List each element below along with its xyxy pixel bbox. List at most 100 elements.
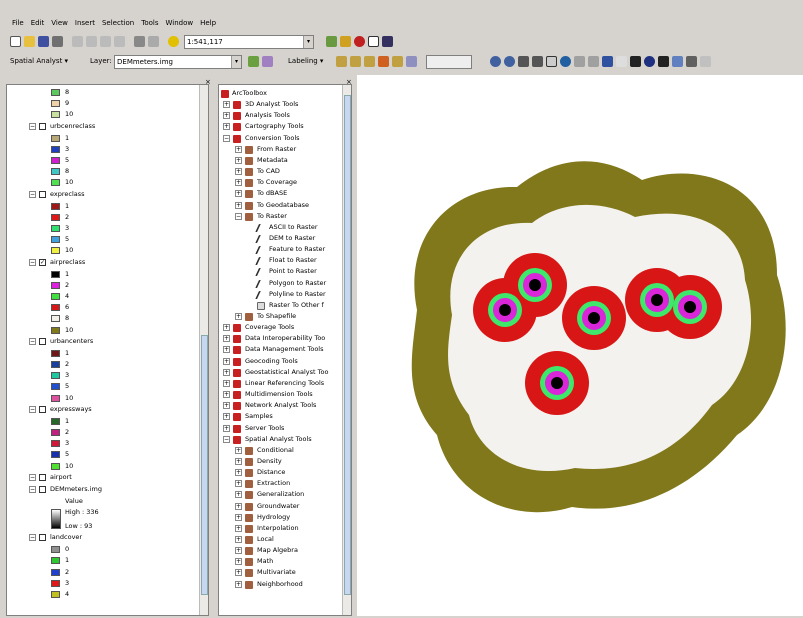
expand-icon[interactable]: + — [223, 112, 230, 120]
toc-layer[interactable]: − urbancenters — [7, 336, 197, 347]
toc-layer[interactable]: − expreclass — [7, 189, 197, 200]
select-features-icon[interactable] — [602, 56, 613, 67]
expand-icon[interactable]: + — [235, 145, 242, 153]
label-tool-3-icon[interactable] — [364, 56, 375, 67]
arctoolbox-icon[interactable] — [354, 36, 365, 47]
expand-icon[interactable]: + — [235, 190, 242, 198]
collapse-icon[interactable]: − — [29, 534, 36, 542]
layer-visibility-checkbox[interactable] — [39, 534, 46, 542]
expand-icon[interactable]: + — [235, 536, 242, 543]
toolbox-scrollbar[interactable] — [342, 85, 351, 615]
expand-icon[interactable]: + — [223, 379, 230, 387]
toc-layer[interactable]: − landcover — [7, 532, 197, 543]
editor-toolbar-icon[interactable] — [326, 36, 337, 47]
expand-icon[interactable]: + — [223, 101, 230, 109]
undo-icon[interactable] — [134, 36, 145, 47]
paste-icon[interactable] — [100, 36, 111, 47]
expand-icon[interactable]: + — [235, 558, 242, 566]
collapse-icon[interactable]: − — [29, 122, 36, 130]
expand-icon[interactable]: + — [235, 480, 242, 488]
copy-icon[interactable] — [86, 36, 97, 47]
expand-icon[interactable]: + — [235, 168, 242, 176]
collapse-icon[interactable]: − — [29, 405, 36, 413]
close-icon[interactable]: × — [346, 78, 354, 86]
expand-icon[interactable]: + — [223, 346, 230, 354]
collapse-icon[interactable]: − — [29, 337, 36, 345]
expand-icon[interactable]: + — [223, 335, 230, 343]
collapse-icon[interactable]: − — [235, 212, 242, 220]
add-data-icon[interactable] — [168, 36, 179, 47]
zoom-in-icon[interactable] — [490, 56, 501, 67]
expand-icon[interactable]: + — [235, 547, 242, 555]
hyperlink-icon[interactable] — [686, 56, 697, 67]
label-tool-4-icon[interactable] — [378, 56, 389, 67]
menu-window[interactable]: Window — [166, 19, 194, 27]
spatial-analyst-menu[interactable]: Spatial Analyst ▾ — [10, 57, 68, 65]
collapse-icon[interactable]: − — [29, 485, 36, 493]
toc-scrollbar[interactable] — [199, 85, 208, 615]
label-tool-5-icon[interactable] — [392, 56, 403, 67]
collapse-icon[interactable]: − — [223, 435, 230, 443]
pan-icon[interactable] — [546, 56, 557, 67]
fixed-zoom-in-icon[interactable] — [518, 56, 529, 67]
find-icon[interactable] — [658, 56, 669, 67]
collapse-icon[interactable]: − — [223, 134, 230, 142]
expand-icon[interactable]: + — [235, 201, 242, 209]
layer-visibility-checkbox[interactable] — [39, 485, 46, 493]
expand-icon[interactable]: + — [235, 446, 242, 454]
expand-icon[interactable]: + — [235, 457, 242, 465]
expand-icon[interactable]: + — [235, 502, 242, 510]
collapse-icon[interactable]: − — [29, 473, 36, 481]
map-scale-combo[interactable]: 1:541,117 ▾ — [184, 35, 314, 49]
arccatalog-icon[interactable] — [340, 36, 351, 47]
expand-icon[interactable]: + — [223, 357, 230, 365]
expand-icon[interactable]: + — [235, 469, 242, 477]
fixed-zoom-out-icon[interactable] — [532, 56, 543, 67]
collapse-icon[interactable]: − — [29, 190, 36, 198]
expand-icon[interactable]: + — [235, 156, 242, 164]
close-icon[interactable]: × — [205, 78, 213, 86]
layer-visibility-checkbox[interactable] — [39, 337, 46, 345]
menu-tools[interactable]: Tools — [141, 19, 158, 27]
label-tool-6-icon[interactable] — [406, 56, 417, 67]
labeling-menu[interactable]: Labeling ▾ — [288, 57, 323, 65]
expand-icon[interactable]: + — [235, 313, 242, 320]
help-icon[interactable] — [382, 36, 393, 47]
open-icon[interactable] — [24, 36, 35, 47]
command-line-icon[interactable] — [368, 36, 379, 47]
expand-icon[interactable]: + — [223, 413, 230, 421]
expand-icon[interactable]: + — [235, 491, 242, 499]
expand-icon[interactable]: + — [223, 424, 230, 432]
select-elements-icon[interactable] — [630, 56, 641, 67]
toc-layer[interactable]: − urbcenreclass — [7, 121, 197, 132]
toc-layer[interactable]: − DEMmeters.img — [7, 484, 197, 495]
zoom-out-icon[interactable] — [504, 56, 515, 67]
expand-icon[interactable]: + — [223, 324, 230, 332]
expand-icon[interactable]: + — [223, 123, 230, 131]
layer-visibility-checkbox[interactable] — [39, 405, 46, 413]
chevron-down-icon[interactable]: ▾ — [231, 56, 241, 68]
layer-combo[interactable]: DEMmeters.img ▾ — [114, 55, 242, 69]
expand-icon[interactable]: + — [235, 179, 242, 187]
redo-icon[interactable] — [148, 36, 159, 47]
toc-layer[interactable]: − expressways — [7, 404, 197, 415]
cut-icon[interactable] — [72, 36, 83, 47]
expand-icon[interactable]: + — [235, 580, 242, 588]
menu-view[interactable]: View — [51, 19, 68, 27]
delete-icon[interactable] — [114, 36, 125, 47]
forward-icon[interactable] — [588, 56, 599, 67]
menu-file[interactable]: File — [12, 19, 24, 27]
editor-icon[interactable] — [700, 56, 711, 67]
histogram-icon[interactable] — [248, 56, 259, 67]
full-extent-icon[interactable] — [560, 56, 571, 67]
expand-icon[interactable]: + — [235, 569, 242, 577]
toc-scroll-thumb[interactable] — [201, 335, 208, 595]
label-font-combo[interactable] — [426, 55, 472, 69]
label-tool-2-icon[interactable] — [350, 56, 361, 67]
back-icon[interactable] — [574, 56, 585, 67]
expand-icon[interactable]: + — [223, 391, 230, 399]
expand-icon[interactable]: + — [223, 402, 230, 410]
map-display[interactable] — [357, 75, 803, 616]
identify-icon[interactable] — [644, 56, 655, 67]
expand-icon[interactable]: + — [235, 524, 242, 532]
